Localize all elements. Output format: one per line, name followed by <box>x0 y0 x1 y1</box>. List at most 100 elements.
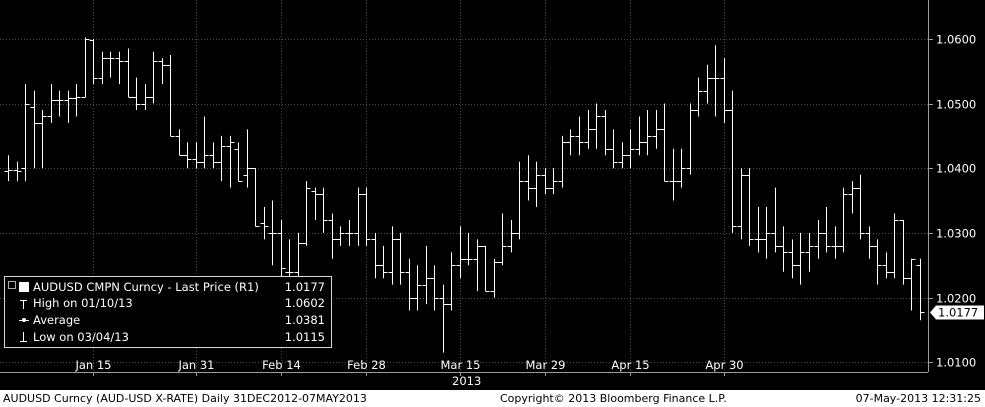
ohlc-bar <box>643 109 652 156</box>
average-marker-icon <box>19 315 29 325</box>
ohlc-bar <box>149 51 158 104</box>
ohlc-bar <box>379 245 388 279</box>
x-tick-label: Feb 28 <box>347 358 386 372</box>
y-tick-label: 1.0100 <box>936 356 976 370</box>
ohlc-bar <box>754 207 763 253</box>
ohlc-bar <box>635 116 644 156</box>
footer-bar: AUDUSD Curncy (AUD-USD X-RATE) Daily 31D… <box>0 390 985 407</box>
ohlc-bar <box>447 252 456 311</box>
ohlc-bar <box>822 207 831 253</box>
ohlc-bar <box>737 168 746 240</box>
ohlc-bar <box>294 232 303 279</box>
ohlc-bar <box>192 142 201 169</box>
ohlc-bar <box>481 245 490 292</box>
ohlc-bar <box>882 252 891 279</box>
y-tick-label: 1.0200 <box>936 292 976 306</box>
last-price-tag-label: 1.0177 <box>938 305 978 319</box>
ohlc-bar <box>856 174 865 240</box>
ohlc-bar <box>319 187 328 233</box>
ohlc-bar <box>566 129 575 156</box>
ohlc-bar <box>226 135 235 188</box>
ohlc-bar <box>64 90 73 123</box>
ohlc-bar <box>362 187 371 246</box>
ohlc-bar <box>873 239 882 285</box>
high-marker-icon <box>19 298 29 309</box>
ohlc-bar <box>720 58 729 123</box>
ohlc-bar <box>158 58 167 85</box>
ohlc-bar <box>916 258 925 321</box>
ohlc-bar <box>124 48 133 98</box>
x-tick-label: Mar 29 <box>526 358 566 372</box>
ohlc-bar <box>209 142 218 169</box>
last-price-swatch-icon <box>19 282 29 292</box>
ohlc-bar <box>711 45 720 117</box>
y-axis: 1.0100 1.0200 1.0300 1.0400 1.0500 1.0600 1.01… <box>928 0 984 372</box>
ohlc-bar <box>865 226 874 259</box>
ohlc-bar <box>405 258 414 311</box>
ohlc-bar <box>345 219 354 246</box>
ohlc-bar <box>336 226 345 246</box>
ohlc-bar <box>490 258 499 298</box>
ohlc-bar <box>456 226 465 279</box>
ohlc-bar <box>626 129 635 169</box>
ohlc-bar <box>260 207 269 240</box>
ohlc-bar <box>652 109 661 149</box>
ohlc-bar <box>575 116 584 156</box>
ohlc-bar <box>132 77 141 110</box>
ohlc-bar <box>251 168 260 227</box>
footer-copyright: Copyright© 2013 Bloomberg Finance L.P. <box>500 392 727 405</box>
x-axis-year-label: 2013 <box>452 374 482 388</box>
ohlc-bar <box>277 219 286 285</box>
ohlc-bar <box>115 51 124 85</box>
ohlc-bar <box>175 129 184 156</box>
ohlc-bar <box>848 181 857 214</box>
x-tick-label: Apr 30 <box>705 358 743 372</box>
ohlc-bar <box>141 84 150 110</box>
ohlc-bar <box>805 232 814 272</box>
x-tick-label: Feb 14 <box>262 358 301 372</box>
ohlc-bar <box>831 226 840 259</box>
footer-timestamp: 07-May-2013 12:31:25 <box>855 392 981 405</box>
ohlc-bar <box>549 168 558 195</box>
legend-row-low: Low on 03/04/13 1.0115 <box>11 330 325 345</box>
legend-row-high: High on 01/10/13 1.0602 <box>11 296 325 311</box>
ohlc-bar <box>498 213 507 266</box>
x-tick-label: Apr 15 <box>611 358 649 372</box>
ohlc-bar <box>907 258 916 311</box>
ohlc-bar <box>524 155 533 201</box>
ohlc-bar <box>200 116 209 169</box>
ohlc-bar <box>771 187 780 253</box>
ohlc-bar <box>234 142 243 182</box>
ohlc-bar <box>81 37 90 98</box>
x-tick-label: Jan 31 <box>177 358 214 372</box>
ohlc-bar <box>89 38 98 85</box>
ohlc-bar <box>72 84 81 117</box>
ohlc-bar <box>21 84 30 182</box>
ohlc-bar <box>601 109 610 156</box>
ohlc-bar <box>890 213 899 279</box>
y-tick-label: 1.0600 <box>936 33 976 47</box>
ohlc-bar <box>30 90 39 169</box>
ohlc-bar <box>686 103 695 175</box>
ohlc-bar <box>311 187 320 220</box>
ohlc-bar <box>268 200 277 266</box>
ohlc-bar <box>464 232 473 266</box>
ohlc-bar <box>728 90 737 233</box>
ohlc-bar <box>899 219 908 285</box>
x-tick-label: Mar 15 <box>441 358 481 372</box>
ohlc-bar <box>532 161 541 208</box>
ohlc-bar <box>243 129 252 188</box>
legend-row-average: Average 1.0381 <box>11 313 325 328</box>
ohlc-bar <box>839 187 848 253</box>
ohlc-bar <box>669 148 678 201</box>
ohlc-bar <box>515 161 524 240</box>
y-tick-label: 1.0300 <box>936 227 976 241</box>
ohlc-bar <box>98 51 107 85</box>
y-tick-label: 1.0400 <box>936 162 976 176</box>
footer-security-info: AUDUSD Curncy (AUD-USD X-RATE) Daily 31D… <box>3 392 367 405</box>
ohlc-bar <box>302 181 311 246</box>
low-marker-icon <box>19 332 29 342</box>
ohlc-bar <box>618 142 627 169</box>
ohlc-bar <box>541 168 550 195</box>
ohlc-bar <box>371 232 380 279</box>
